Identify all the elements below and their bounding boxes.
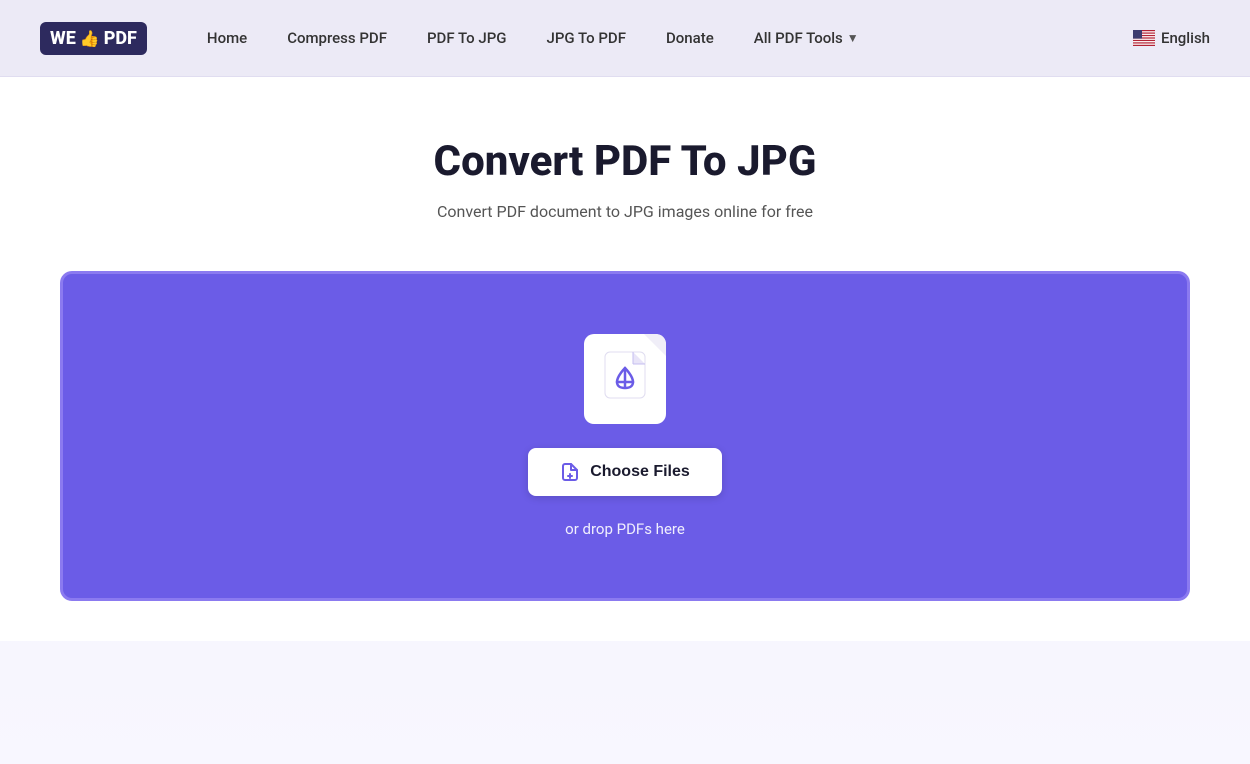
- logo-we: WE: [50, 28, 76, 49]
- site-header: WE 👍 PDF Home Compress PDF PDF To JPG JP…: [0, 0, 1250, 77]
- choose-files-label: Choose Files: [590, 463, 690, 481]
- logo[interactable]: WE 👍 PDF: [40, 22, 147, 55]
- pdf-acrobat-icon: [603, 350, 647, 409]
- nav-pdf-to-jpg[interactable]: PDF To JPG: [427, 29, 507, 47]
- page-title: Convert PDF To JPG: [434, 137, 817, 186]
- logo-thumb-icon: 👍: [80, 29, 100, 48]
- flag-us-icon: [1133, 30, 1155, 46]
- nav-all-pdf-tools[interactable]: All PDF Tools ▼: [754, 29, 859, 47]
- drop-zone[interactable]: Choose Files or drop PDFs here: [60, 271, 1190, 601]
- nav-home[interactable]: Home: [207, 29, 247, 47]
- nav-jpg-to-pdf[interactable]: JPG To PDF: [546, 29, 626, 47]
- logo-pdf: PDF: [104, 28, 137, 49]
- main-content: Convert PDF To JPG Convert PDF document …: [0, 77, 1250, 641]
- language-selector[interactable]: English: [1133, 29, 1210, 47]
- nav-donate[interactable]: Donate: [666, 29, 714, 47]
- chevron-down-icon: ▼: [847, 31, 859, 45]
- file-plus-icon: [560, 462, 580, 482]
- main-nav: Home Compress PDF PDF To JPG JPG To PDF …: [207, 29, 1133, 47]
- drop-text: or drop PDFs here: [565, 520, 685, 538]
- language-label: English: [1161, 29, 1210, 47]
- page-subtitle: Convert PDF document to JPG images onlin…: [437, 202, 813, 221]
- choose-files-button[interactable]: Choose Files: [528, 448, 722, 496]
- pdf-file-icon: [584, 334, 666, 424]
- nav-compress-pdf[interactable]: Compress PDF: [287, 29, 387, 47]
